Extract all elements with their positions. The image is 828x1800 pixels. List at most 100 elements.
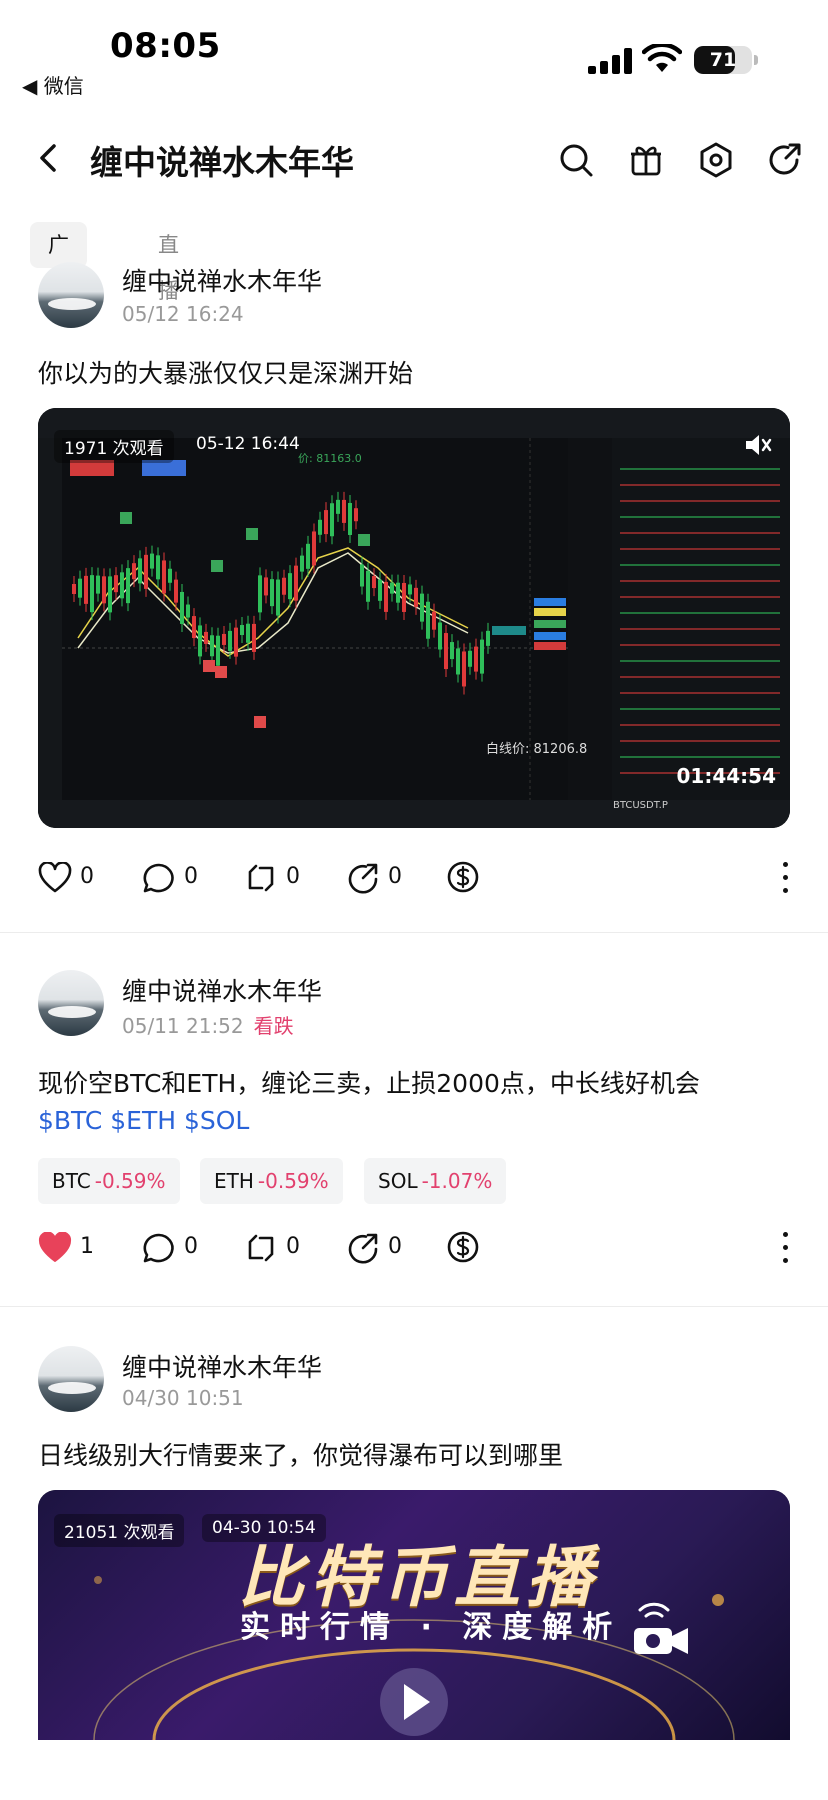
- avatar[interactable]: [38, 970, 104, 1036]
- candle-body: [480, 639, 484, 674]
- settings-hexagon-icon[interactable]: [696, 140, 736, 180]
- post-text[interactable]: 你以为的大暴涨仅仅只是深渊开始: [38, 354, 413, 390]
- search-icon[interactable]: [556, 140, 596, 180]
- candle-body: [186, 604, 190, 618]
- candle-body: [348, 502, 352, 535]
- candle-body: [276, 579, 280, 616]
- candle-body: [378, 579, 382, 601]
- candle-body: [234, 627, 238, 657]
- like-button[interactable]: 0: [38, 858, 98, 898]
- candle-body: [96, 575, 100, 594]
- watchlist-row: [620, 644, 780, 646]
- post-time: 04/30 10:51: [122, 1386, 244, 1410]
- candle-body: [258, 575, 262, 613]
- candle-body: [180, 591, 184, 624]
- comment-button[interactable]: 0: [142, 1228, 202, 1268]
- battery-tip: [754, 55, 758, 65]
- candle-body: [438, 622, 442, 650]
- candle-body: [162, 560, 166, 594]
- coin-chip-btc[interactable]: BTC -0.59%: [38, 1158, 180, 1204]
- candle-body: [246, 623, 250, 643]
- sentiment-tag: 看跌: [253, 1014, 294, 1038]
- candle-body: [222, 633, 226, 645]
- avatar[interactable]: [38, 262, 104, 328]
- watchlist-row: [620, 532, 780, 534]
- candle-body: [474, 646, 478, 672]
- candle-body: [486, 630, 490, 646]
- more-options-icon[interactable]: [780, 860, 790, 896]
- post-actions: 0 0 0 0: [38, 858, 790, 898]
- candle-body: [432, 611, 436, 630]
- watchlist-row: [620, 756, 780, 758]
- candle-body: [330, 503, 334, 537]
- chart-peak-label: 价: 81163.0: [298, 452, 362, 465]
- watchlist-row: [620, 596, 780, 598]
- repost-count: 0: [286, 1234, 300, 1259]
- candle-body: [270, 579, 274, 607]
- watchlist-row: [620, 516, 780, 518]
- comment-button[interactable]: 0: [142, 858, 202, 898]
- candle-body: [426, 601, 430, 639]
- repost-button[interactable]: 0: [244, 1228, 304, 1268]
- candle-body: [84, 575, 88, 604]
- page-title: 缠中说禅水木年华: [90, 143, 354, 182]
- candle-body: [306, 543, 310, 569]
- post-time: 05/11 21:52 看跌: [122, 1014, 294, 1038]
- coin-chip-eth[interactable]: ETH -0.59%: [200, 1158, 343, 1204]
- comment-icon: [143, 1233, 174, 1263]
- candle-body: [360, 564, 364, 587]
- candle-body: [342, 499, 346, 523]
- candle-body: [408, 584, 412, 595]
- back-to-wechat[interactable]: ◀ 微信: [22, 70, 84, 99]
- share-icon[interactable]: [764, 140, 804, 180]
- post-text[interactable]: 日线级别大行情要来了，你觉得瀑布可以到哪里: [38, 1436, 563, 1472]
- candle-body: [204, 631, 208, 644]
- repost-button[interactable]: 0: [244, 858, 304, 898]
- comment-count: 0: [184, 1234, 198, 1259]
- post-text[interactable]: 现价空BTC和ETH，缠论三卖，止损2000点，中长线好机会: [38, 1064, 700, 1100]
- tip-dollar-icon[interactable]: [446, 860, 480, 894]
- banner-subtitle: 实时行情 · 深度解析: [240, 1610, 623, 1645]
- watchlist-row: [620, 500, 780, 502]
- share-count: 0: [388, 1234, 402, 1259]
- author-name[interactable]: 缠中说禅水木年华: [122, 262, 322, 298]
- share-icon: [348, 863, 378, 894]
- candle-body: [264, 577, 268, 596]
- cell-signal-icon: [588, 48, 632, 74]
- watchlist-row: [620, 580, 780, 582]
- candle-body: [156, 555, 160, 580]
- more-options-icon[interactable]: [780, 1230, 790, 1266]
- live-video-thumbnail[interactable]: 比特币直播 实时行情 · 深度解析 21051 次观看 04-30 10:54: [38, 1490, 790, 1740]
- candle-body: [174, 579, 178, 603]
- author-name[interactable]: 缠中说禅水木年华: [122, 972, 322, 1008]
- candle-body: [198, 625, 202, 657]
- avatar[interactable]: [38, 1346, 104, 1412]
- watchlist-row: [620, 740, 780, 742]
- share-button[interactable]: 0: [346, 1228, 406, 1268]
- candle-body: [456, 648, 460, 675]
- candle-body: [420, 593, 424, 622]
- repost-icon: [248, 1234, 274, 1262]
- back-arrow-icon[interactable]: [32, 138, 68, 178]
- mute-icon[interactable]: [742, 430, 772, 460]
- heart-filled-icon: [38, 1232, 72, 1262]
- coin-chip-sol[interactable]: SOL -1.07%: [364, 1158, 507, 1204]
- watchlist-row: [620, 724, 780, 726]
- candle-body: [90, 575, 94, 613]
- candle-body: [396, 582, 400, 603]
- status-bar: 08:05 ◀ 微信 71: [0, 0, 828, 100]
- author-name[interactable]: 缠中说禅水木年华: [122, 1348, 322, 1384]
- ticker-links[interactable]: $BTC $ETH $SOL: [38, 1106, 249, 1135]
- watchlist-row: [620, 548, 780, 550]
- video-thumbnail[interactable]: 1971 次观看 05-12 16:44 白线价: 81206.8 BTCUSD…: [38, 408, 790, 828]
- candle-body: [108, 576, 112, 613]
- tab-plaza[interactable]: 广场: [30, 222, 87, 303]
- gift-icon[interactable]: [626, 140, 666, 180]
- wifi-icon: [642, 44, 682, 72]
- share-button[interactable]: 0: [346, 858, 406, 898]
- like-button[interactable]: 1: [38, 1228, 98, 1268]
- battery-icon: 71: [694, 46, 752, 74]
- tip-dollar-icon[interactable]: [446, 1230, 480, 1264]
- candle-body: [450, 642, 454, 660]
- candle-body: [384, 581, 388, 612]
